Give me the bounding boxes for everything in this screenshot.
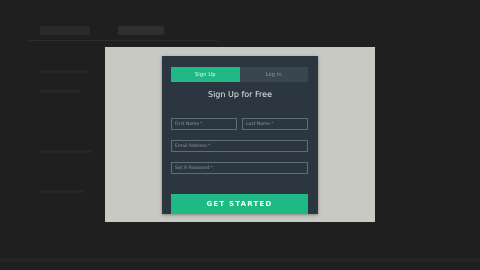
first-name-field[interactable]: First Name * [171, 118, 237, 130]
first-name-placeholder: First Name [175, 121, 200, 127]
last-name-placeholder: Last Name [246, 121, 271, 127]
tab-log-in[interactable]: Log In [239, 67, 308, 82]
last-name-field[interactable]: Last Name * [242, 118, 308, 130]
background-line [40, 190, 84, 193]
preview-stage: Sign Up Log In Sign Up for Free First Na… [105, 47, 375, 222]
password-placeholder: Set A Password [175, 165, 210, 171]
background-tab [40, 26, 90, 35]
required-mark: * [207, 143, 211, 149]
auth-tabs: Sign Up Log In [171, 67, 308, 82]
required-mark: * [200, 121, 203, 127]
get-started-button[interactable]: GET STARTED [171, 194, 308, 214]
email-placeholder: Email Address [175, 143, 207, 149]
tab-sign-up[interactable]: Sign Up [171, 67, 240, 82]
required-mark: * [210, 165, 213, 171]
password-field[interactable]: Set A Password * [171, 162, 308, 174]
form-title: Sign Up for Free [208, 90, 272, 99]
signup-card: Sign Up Log In Sign Up for Free First Na… [162, 56, 318, 214]
email-field[interactable]: Email Address * [171, 140, 308, 152]
background-line [40, 90, 80, 93]
background-status-bar [0, 258, 480, 262]
background-line [40, 70, 88, 73]
background-tab [118, 26, 164, 35]
required-mark: * [271, 121, 274, 127]
background-line [40, 150, 92, 153]
